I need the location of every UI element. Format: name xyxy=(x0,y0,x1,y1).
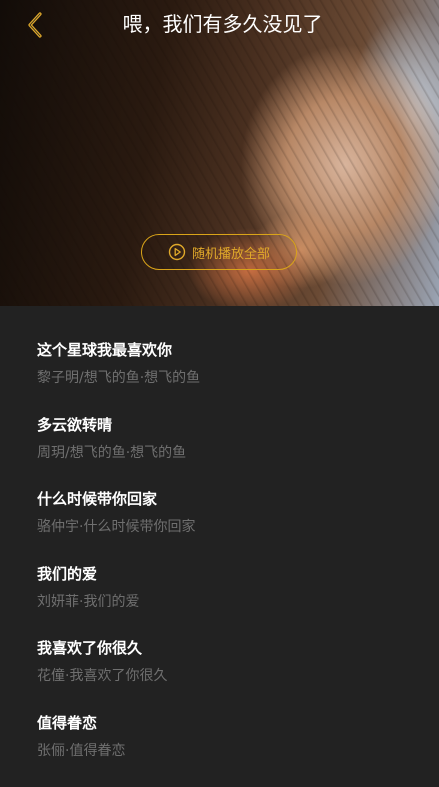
song-item[interactable]: 值得眷恋 张俪·值得眷恋 xyxy=(37,713,439,787)
song-item[interactable]: 我喜欢了你很久 花僮·我喜欢了你很久 xyxy=(37,638,439,713)
song-artist-album: 骆仲宇·什么时候带你回家 xyxy=(37,517,439,537)
song-artist-album: 花僮·我喜欢了你很久 xyxy=(37,666,439,686)
song-item[interactable]: 什么时候带你回家 骆仲宇·什么时候带你回家 xyxy=(37,489,439,564)
song-item[interactable]: 这个星球我最喜欢你 黎子明/想飞的鱼·想飞的鱼 xyxy=(37,340,439,415)
song-item[interactable]: 我们的爱 刘妍菲·我们的爱 xyxy=(37,564,439,639)
play-circle-icon xyxy=(168,243,186,261)
shuffle-play-all-button[interactable]: 随机播放全部 xyxy=(141,234,297,270)
song-title: 值得眷恋 xyxy=(37,713,439,733)
song-title: 多云欲转晴 xyxy=(37,415,439,435)
song-title: 我喜欢了你很久 xyxy=(37,638,439,658)
song-title: 什么时候带你回家 xyxy=(37,489,439,509)
song-artist-album: 周玥/想飞的鱼·想飞的鱼 xyxy=(37,443,439,463)
song-item[interactable]: 多云欲转晴 周玥/想飞的鱼·想飞的鱼 xyxy=(37,415,439,490)
song-artist-album: 刘妍菲·我们的爱 xyxy=(37,592,439,612)
song-title: 这个星球我最喜欢你 xyxy=(37,340,439,360)
song-artist-album: 黎子明/想飞的鱼·想飞的鱼 xyxy=(37,368,439,388)
song-list: 这个星球我最喜欢你 黎子明/想飞的鱼·想飞的鱼 多云欲转晴 周玥/想飞的鱼·想飞… xyxy=(0,306,439,787)
page-title: 喂，我们有多久没见了 xyxy=(0,10,439,38)
song-artist-album: 张俪·值得眷恋 xyxy=(37,741,439,761)
shuffle-label: 随机播放全部 xyxy=(192,243,270,262)
song-title: 我们的爱 xyxy=(37,564,439,584)
cover-banner: 喂，我们有多久没见了 随机播放全部 xyxy=(0,0,439,306)
